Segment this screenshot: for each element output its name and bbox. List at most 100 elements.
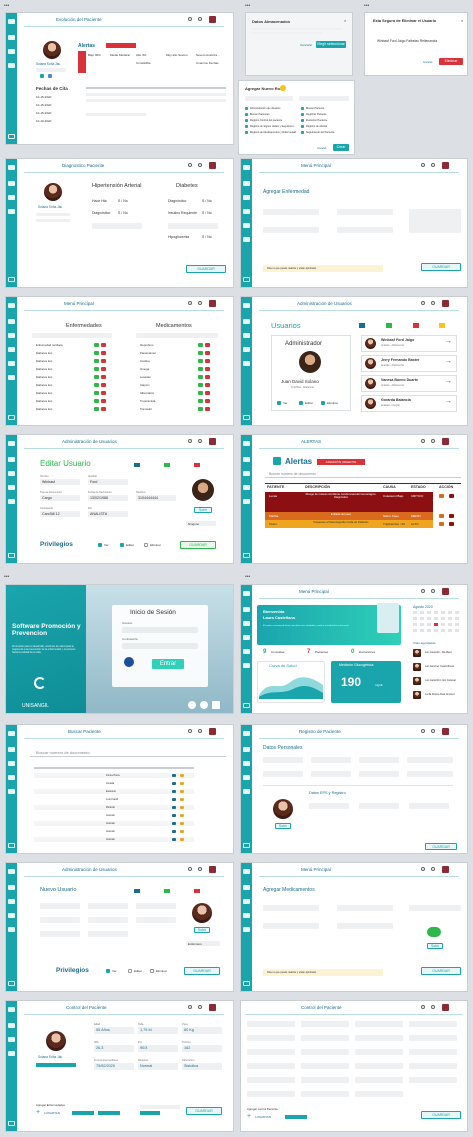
- settings-icon[interactable]: [431, 589, 435, 593]
- heart-icon[interactable]: [243, 591, 250, 596]
- view-icon[interactable]: [172, 838, 176, 841]
- avatar[interactable]: [209, 438, 216, 445]
- arrow-right-icon[interactable]: →: [445, 398, 452, 405]
- edit-icon[interactable]: [180, 798, 184, 801]
- arrow-right-icon[interactable]: →: [445, 378, 452, 385]
- calendar-day[interactable]: [427, 611, 431, 614]
- save-button[interactable]: GUARDAR: [421, 263, 461, 271]
- text-input[interactable]: [337, 905, 393, 911]
- edit-icon[interactable]: [180, 814, 184, 817]
- settings-icon[interactable]: [431, 439, 435, 443]
- delete-icon[interactable]: [101, 383, 106, 387]
- yes-no-select[interactable]: S / No: [202, 235, 212, 239]
- text-input[interactable]: [88, 917, 128, 923]
- text-input[interactable]: [337, 923, 393, 929]
- search-icon[interactable]: [421, 163, 425, 167]
- avatar[interactable]: [442, 1004, 449, 1011]
- text-input[interactable]: [311, 771, 351, 777]
- search-icon[interactable]: [421, 729, 425, 733]
- dashboard-icon[interactable]: [8, 1023, 15, 1028]
- upload-button[interactable]: Subir: [427, 943, 443, 949]
- calendar-day[interactable]: [448, 617, 452, 620]
- search-icon[interactable]: [188, 163, 192, 167]
- text-input[interactable]: [359, 771, 399, 777]
- edit-user-icon[interactable]: [164, 889, 170, 893]
- view-icon[interactable]: [172, 830, 176, 833]
- delete-icon[interactable]: [205, 391, 210, 395]
- edit-icon[interactable]: [94, 359, 99, 363]
- pulse-icon[interactable]: [8, 761, 15, 766]
- calendar-day[interactable]: [441, 611, 445, 614]
- view-icon[interactable]: [439, 514, 444, 518]
- heart-icon[interactable]: [243, 165, 250, 170]
- calendar-day[interactable]: [420, 623, 424, 626]
- search-icon[interactable]: [188, 301, 192, 305]
- text-input[interactable]: [311, 757, 351, 763]
- avatar[interactable]: [209, 728, 216, 735]
- search-icon[interactable]: [421, 301, 425, 305]
- user-icon[interactable]: [8, 499, 15, 504]
- settings-icon[interactable]: [431, 301, 435, 305]
- text-input[interactable]: [247, 1077, 295, 1083]
- delete-icon[interactable]: [205, 399, 210, 403]
- text-input[interactable]: [409, 1077, 457, 1083]
- cancel-button[interactable]: Cancel: [317, 146, 326, 150]
- person-icon[interactable]: [449, 522, 454, 526]
- checkbox[interactable]: [301, 107, 304, 110]
- save-button[interactable]: GUARDAR: [421, 1111, 461, 1119]
- users-icon[interactable]: [243, 635, 250, 640]
- avatar[interactable]: [209, 16, 216, 23]
- checkbox[interactable]: [245, 119, 248, 122]
- search-icon[interactable]: [421, 1005, 425, 1009]
- report-icon[interactable]: [243, 237, 250, 242]
- delete-user-icon[interactable]: [194, 463, 200, 467]
- checkbox[interactable]: [98, 543, 102, 547]
- dashboard-icon[interactable]: [8, 885, 15, 890]
- avatar[interactable]: [442, 728, 449, 735]
- role-name-input[interactable]: [245, 96, 293, 101]
- delete-icon[interactable]: [101, 367, 106, 371]
- settings-icon[interactable]: [431, 1005, 435, 1009]
- checkbox[interactable]: [301, 131, 304, 134]
- avatar[interactable]: [442, 300, 449, 307]
- code-input[interactable]: [337, 227, 393, 233]
- logout-icon[interactable]: [243, 415, 250, 420]
- pulse-icon[interactable]: [243, 621, 250, 626]
- text-input[interactable]: [407, 771, 453, 777]
- checkbox[interactable]: [301, 119, 304, 122]
- avatar[interactable]: [209, 162, 216, 169]
- facebook-icon[interactable]: [200, 701, 208, 709]
- search-icon[interactable]: [188, 729, 192, 733]
- pulse-icon[interactable]: [243, 899, 250, 904]
- dashboard-icon[interactable]: [8, 181, 15, 186]
- checkbox[interactable]: [150, 969, 154, 973]
- yes-no-select[interactable]: S / No: [202, 199, 212, 203]
- username-input[interactable]: [122, 627, 198, 633]
- users-icon[interactable]: [243, 913, 250, 918]
- dashboard-icon[interactable]: [243, 607, 250, 612]
- settings-icon[interactable]: [198, 729, 202, 733]
- checkbox[interactable]: [245, 125, 248, 128]
- delete-icon[interactable]: [205, 367, 210, 371]
- info-icon[interactable]: [188, 701, 196, 709]
- checkbox[interactable]: [144, 543, 148, 547]
- logout-icon[interactable]: [8, 134, 15, 139]
- edit-icon[interactable]: [94, 399, 99, 403]
- heart-icon[interactable]: [243, 303, 250, 308]
- user-icon[interactable]: [8, 927, 15, 932]
- close-icon[interactable]: ×: [461, 18, 463, 23]
- avatar[interactable]: [442, 162, 449, 169]
- pulse-icon[interactable]: [8, 471, 15, 476]
- password-input[interactable]: [122, 643, 198, 649]
- avatar[interactable]: [209, 866, 216, 873]
- checkbox[interactable]: [321, 401, 325, 405]
- calendar-day[interactable]: [434, 623, 438, 626]
- person-icon[interactable]: [449, 514, 454, 518]
- dashboard-icon[interactable]: [243, 885, 250, 890]
- text-input[interactable]: [355, 1063, 403, 1069]
- text-input[interactable]: [409, 1049, 457, 1055]
- add-user-icon[interactable]: [134, 463, 140, 467]
- heart-icon[interactable]: [8, 1007, 15, 1012]
- delete-icon[interactable]: [101, 391, 106, 395]
- edit-icon[interactable]: [198, 383, 203, 387]
